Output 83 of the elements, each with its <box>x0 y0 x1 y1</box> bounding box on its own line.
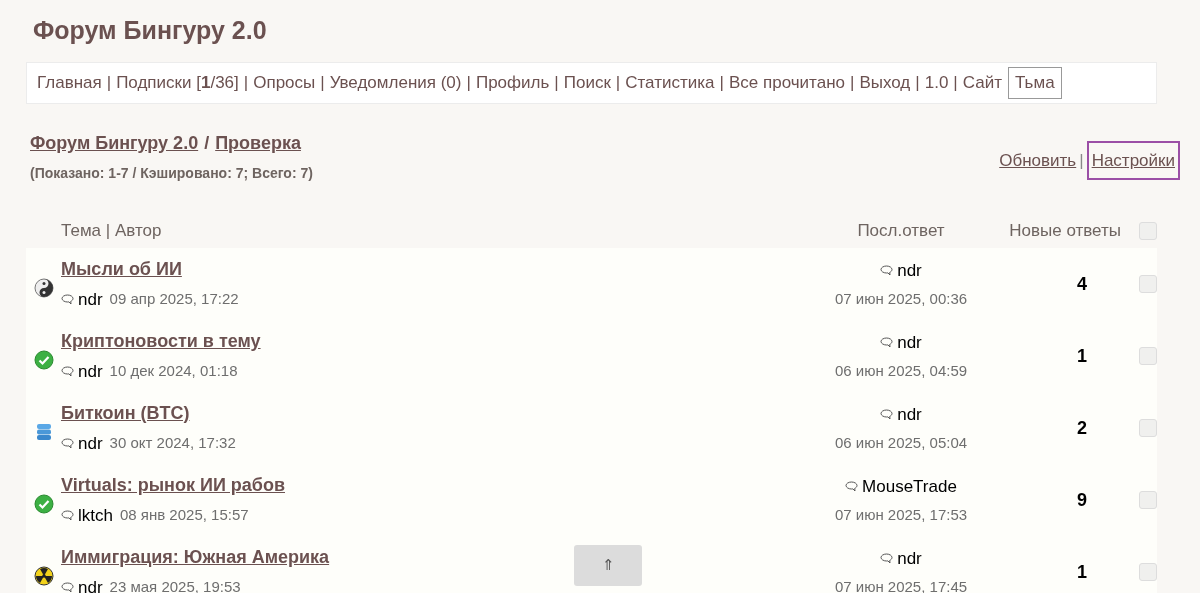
author-name[interactable]: ndr <box>78 430 103 457</box>
nav-link[interactable]: Профиль <box>475 70 550 96</box>
speech-bubble-icon <box>61 438 74 449</box>
last-reply-date: 06 июн 2025, 05:04 <box>834 432 968 453</box>
last-reply-author[interactable]: MouseTrade <box>862 474 957 500</box>
nav-separator: | <box>554 72 559 95</box>
last-reply-date: 07 июн 2025, 00:36 <box>834 288 968 309</box>
column-header: Тема | Автор <box>61 220 163 243</box>
nav-link[interactable]: Выход <box>859 70 911 96</box>
last-reply-author[interactable]: ndr <box>897 402 922 428</box>
topic-link[interactable]: Virtuals: рынок ИИ рабов <box>61 474 285 495</box>
speech-bubble-icon <box>880 265 894 277</box>
settings-link[interactable]: Настройки <box>1086 140 1180 180</box>
speech-bubble-icon <box>880 409 894 421</box>
speech-bubble-icon <box>880 553 894 565</box>
nav-link[interactable]: Опросы <box>253 70 316 96</box>
new-replies-count: 9 <box>1076 488 1088 512</box>
forum-title: Форум Бингуру 2.0 <box>33 15 268 46</box>
theme-button[interactable]: Тьма <box>1008 67 1062 99</box>
last-reply-author[interactable]: ndr <box>897 330 922 356</box>
author-name[interactable]: ndr <box>78 286 103 313</box>
checkbox[interactable] <box>1139 491 1157 509</box>
check-icon <box>33 494 54 514</box>
nav-link[interactable]: Сайт <box>962 70 1002 96</box>
topic-link[interactable]: Иммиграция: Южная Америка <box>61 546 330 567</box>
checkbox[interactable] <box>1139 563 1157 581</box>
author-name[interactable]: ndr <box>78 574 103 593</box>
nav-link[interactable]: Подписки [1/36] <box>116 70 239 96</box>
column-header: Новые ответы <box>1008 220 1121 243</box>
column-header: Посл.ответ <box>856 220 946 243</box>
topic-link[interactable]: Криптоновости в тему <box>61 330 261 351</box>
new-replies-count: 1 <box>1076 344 1088 368</box>
author-name[interactable]: ndr <box>78 358 103 385</box>
last-reply-date: 06 июн 2025, 04:59 <box>834 360 968 381</box>
topic-date: 30 окт 2024, 17:32 <box>109 433 236 454</box>
checkbox[interactable] <box>1139 419 1157 437</box>
author-name[interactable]: lktch <box>78 502 113 529</box>
topic-counts: (Показано: 1-7 / Кэшировано: 7; Всего: 7) <box>30 164 313 183</box>
action-separator: | <box>1079 149 1084 172</box>
last-reply-date: 07 июн 2025, 17:53 <box>834 504 968 525</box>
new-replies-count: 2 <box>1076 416 1088 440</box>
checkbox[interactable] <box>1139 347 1157 365</box>
radiation-icon <box>33 566 54 586</box>
speech-bubble-icon <box>880 337 894 349</box>
breadcrumb-link[interactable]: Проверка <box>215 130 301 157</box>
nav-separator: | <box>850 72 855 95</box>
topic-date: 08 янв 2025, 15:57 <box>119 505 249 526</box>
new-replies-count: 4 <box>1076 272 1088 296</box>
topic-date: 09 апр 2025, 17:22 <box>109 289 239 310</box>
nav-separator: | <box>106 72 112 95</box>
nav-separator: | <box>243 72 249 95</box>
nav-link[interactable]: Уведомления (0) <box>329 70 462 96</box>
check-icon <box>33 350 54 370</box>
speech-bubble-icon <box>61 582 74 593</box>
refresh-link[interactable]: Обновить <box>999 147 1077 173</box>
topic-link[interactable]: Биткоин (BTC) <box>61 402 190 423</box>
topic-date: 10 дек 2024, 01:18 <box>109 361 238 382</box>
nav-link[interactable]: Статистика <box>625 70 715 96</box>
yin-yang-icon <box>33 278 54 298</box>
speech-bubble-icon <box>845 481 859 493</box>
breadcrumb-link[interactable]: Форум Бингуру 2.0 <box>30 130 199 157</box>
nav-separator: | <box>953 72 958 95</box>
speech-bubble-icon <box>61 294 74 305</box>
breadcrumb-separator: / <box>204 132 210 155</box>
speech-bubble-icon <box>61 366 74 377</box>
speech-bubble-icon <box>61 510 74 521</box>
nav-separator: | <box>320 72 325 95</box>
nav-separator: | <box>466 72 471 95</box>
checkbox[interactable] <box>1139 222 1157 240</box>
nav-separator: | <box>915 72 920 95</box>
nav-separator: | <box>615 72 621 95</box>
nav-link[interactable]: Поиск <box>563 70 611 96</box>
last-reply-date: 07 июн 2025, 17:45 <box>834 576 968 593</box>
nav-link[interactable]: 1.0 <box>924 70 949 96</box>
nav-link[interactable]: Главная <box>37 70 102 96</box>
last-reply-author[interactable]: ndr <box>897 258 922 284</box>
new-replies-count: 1 <box>1076 560 1088 584</box>
nav-link[interactable]: Все прочитано <box>728 70 845 96</box>
last-reply-author[interactable]: ndr <box>897 546 922 572</box>
checkbox[interactable] <box>1139 275 1157 293</box>
scroll-top-button[interactable]: ⇑ <box>574 545 642 586</box>
nav-separator: | <box>719 72 724 95</box>
topic-link[interactable]: Мысли об ИИ <box>61 258 182 279</box>
